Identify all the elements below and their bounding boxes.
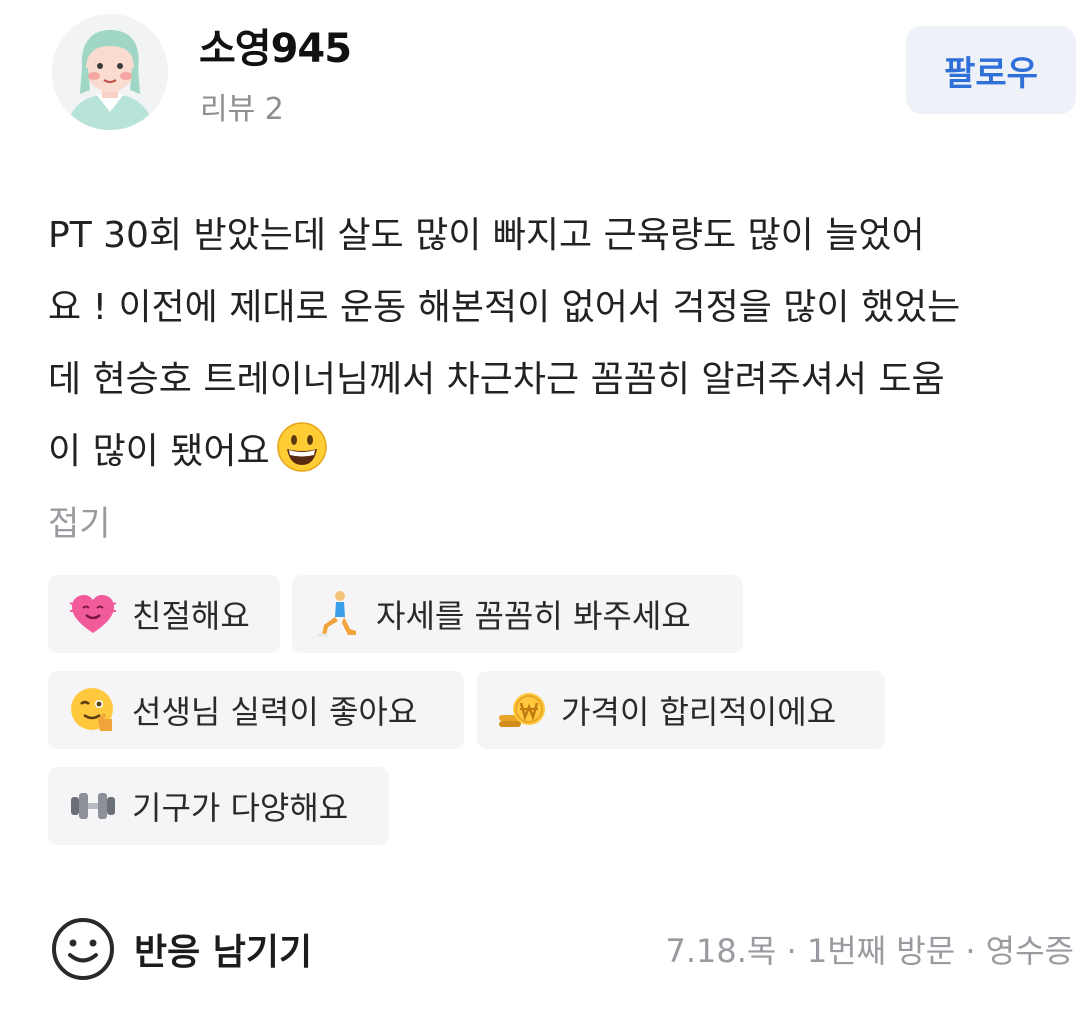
- username[interactable]: 소영945: [199, 16, 352, 74]
- tag-chip[interactable]: 선생님 실력이 좋아요: [48, 671, 464, 749]
- dumbbell-icon: [71, 793, 115, 819]
- tag-label: 친절해요: [132, 597, 250, 635]
- follow-button[interactable]: 팔로우: [906, 26, 1076, 114]
- avatar[interactable]: [52, 14, 168, 130]
- review-count: 리뷰 2: [200, 92, 284, 127]
- lunge-person-icon: [318, 591, 356, 637]
- review-line: 요 ! 이전에 제대로 운동 해본적이 없어서 걱정을 많이 했었는: [48, 287, 961, 328]
- tag-label: 가격이 합리적이에요: [561, 693, 837, 731]
- wink-thumbs-up-icon: [71, 688, 113, 731]
- collapse-link[interactable]: 접기: [48, 496, 111, 545]
- review-line: 데 현승호 트레이너님께서 차근차근 꼼꼼히 알려주셔서 도움: [48, 359, 945, 400]
- tag-chip[interactable]: 가격이 합리적이에요: [477, 671, 885, 749]
- review-line: 이 많이 됐어요: [48, 431, 270, 472]
- tag-label: 선생님 실력이 좋아요: [132, 693, 418, 731]
- tag-chip[interactable]: 친절해요: [48, 575, 280, 653]
- reaction-button[interactable]: 반응 남기기: [50, 916, 312, 982]
- grinning-face-icon: [276, 422, 327, 472]
- tag-label: 자세를 꼼꼼히 봐주세요: [376, 597, 691, 635]
- visit-meta: 7.18.목 · 1번째 방문 · 영수증: [665, 932, 1074, 970]
- reaction-label: 반응 남기기: [134, 932, 313, 973]
- tag-chip[interactable]: 자세를 꼼꼼히 봐주세요: [292, 575, 743, 653]
- smiley-icon: [52, 918, 114, 980]
- tag-label: 기구가 다양해요: [132, 789, 349, 827]
- review-text: PT 30회 받았는데 살도 많이 빠지고 근육량도 많이 늘었어 요 ! 이전…: [48, 200, 1072, 488]
- tag-chip[interactable]: 기구가 다양해요: [48, 767, 389, 845]
- review-line: PT 30회 받았는데 살도 많이 빠지고 근육량도 많이 늘었어: [48, 215, 925, 256]
- heart-face-icon: [69, 595, 117, 633]
- won-coin-icon: [499, 693, 545, 727]
